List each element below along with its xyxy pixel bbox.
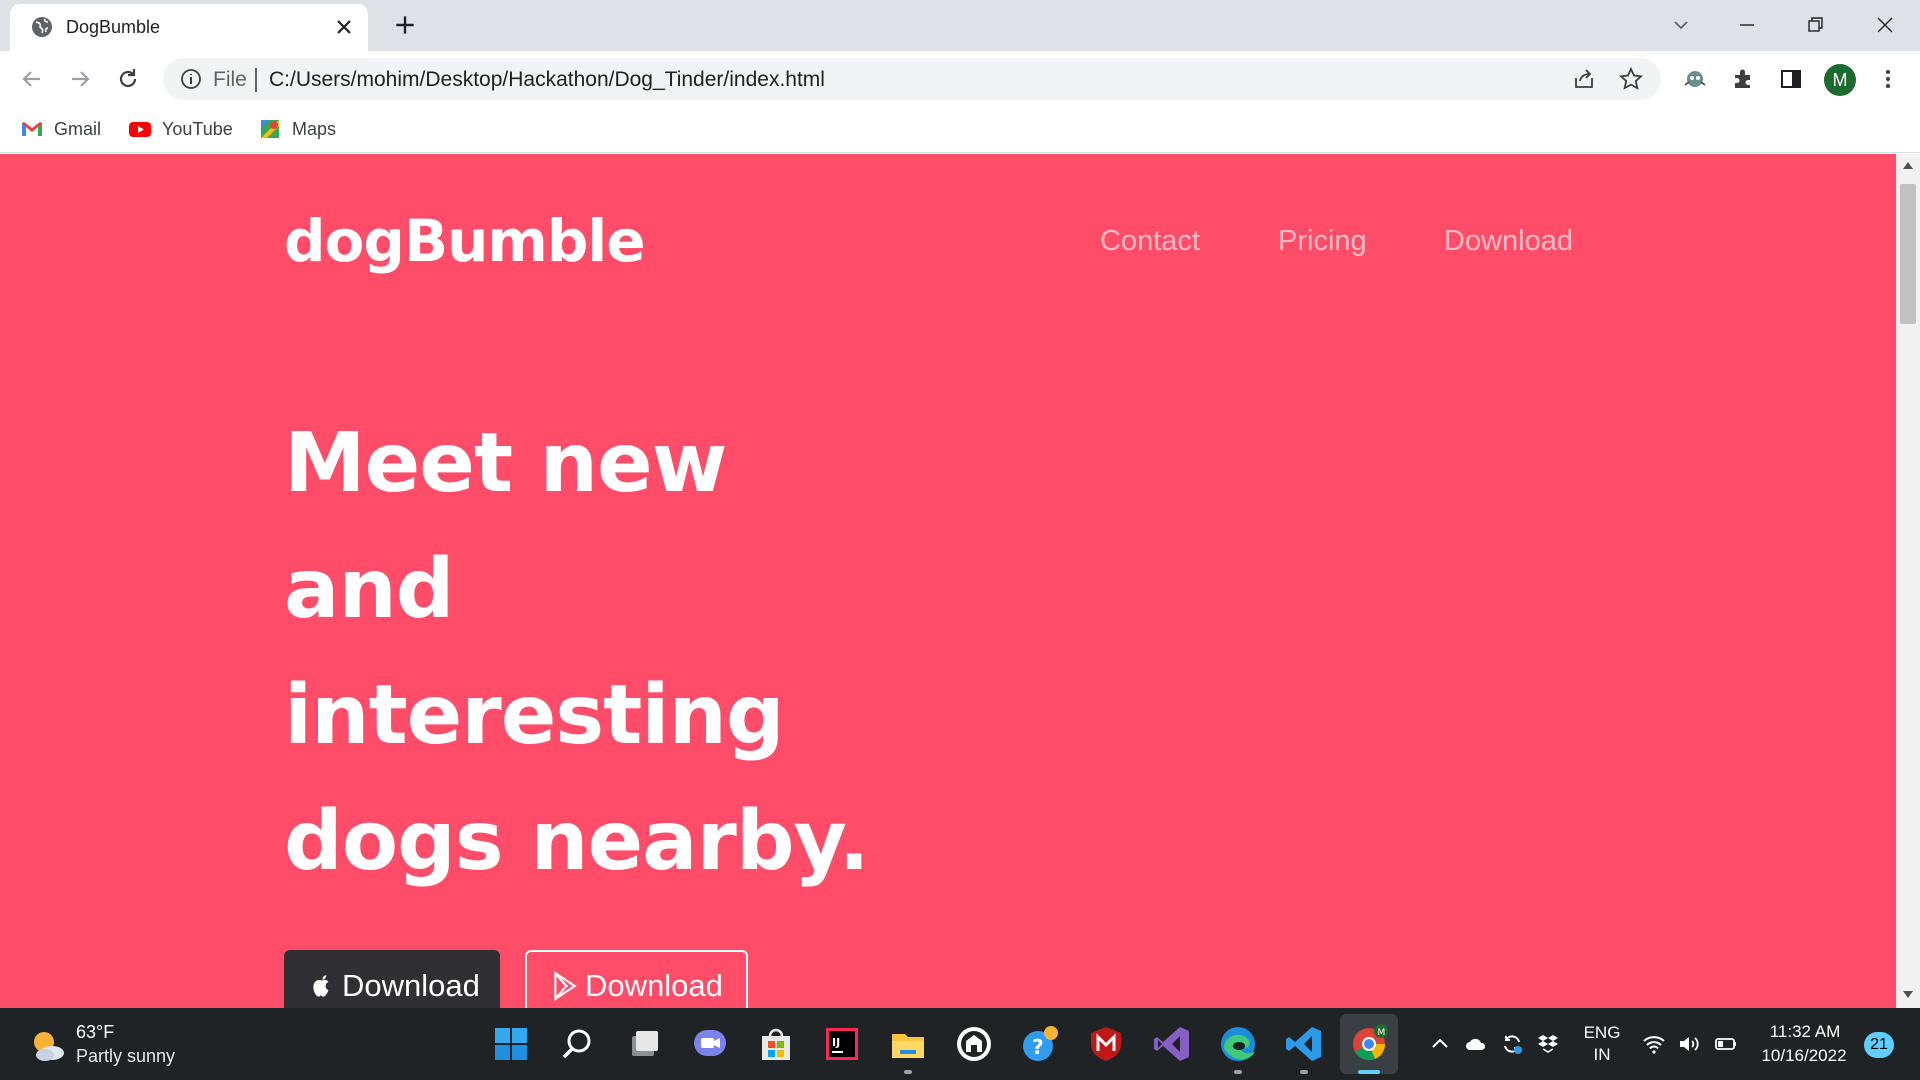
running-indicator <box>904 1070 912 1074</box>
running-indicator <box>1300 1070 1308 1074</box>
mcafee-icon[interactable] <box>1086 1024 1126 1064</box>
hero-line: dogs nearby. <box>284 794 870 889</box>
bookmark-youtube[interactable]: YouTube <box>128 114 233 144</box>
visual-studio-icon[interactable] <box>1152 1024 1192 1064</box>
tab-title: DogBumble <box>66 17 161 37</box>
browser-tab[interactable]: DogBumble <box>10 4 368 51</box>
page-viewport: dogBumble Contact Pricing Download Meet … <box>0 154 1896 1008</box>
nav-download[interactable]: Download <box>1444 225 1573 258</box>
url-text[interactable]: C:/Users/mohim/Desktop/Hackathon/Dog_Tin… <box>269 68 825 92</box>
bookmark-label: Gmail <box>54 118 102 139</box>
brand-logo[interactable]: dogBumble <box>284 207 646 275</box>
info-icon[interactable] <box>179 67 203 91</box>
bookmark-gmail[interactable]: Gmail <box>20 114 101 144</box>
clock-time[interactable]: 11:32 AM <box>1760 1022 1850 1042</box>
chevron-up-icon[interactable] <box>1428 1032 1452 1056</box>
hero-line: interesting <box>284 668 785 763</box>
new-tab-icon[interactable] <box>392 12 418 38</box>
google-play-icon <box>554 971 577 1001</box>
weather-description[interactable]: Partly sunny <box>76 1046 175 1067</box>
close-window-icon[interactable] <box>1870 10 1900 40</box>
restore-icon[interactable] <box>1800 10 1830 40</box>
scroll-down-arrow-icon[interactable] <box>1902 990 1914 1000</box>
scroll-up-arrow-icon[interactable] <box>1902 160 1914 170</box>
google-play-download-button[interactable]: Download <box>525 950 748 1008</box>
apple-download-label: Download <box>342 968 480 1003</box>
weather-temperature[interactable]: 63°F <box>76 1022 114 1043</box>
browser-toolbar: File C:/Users/mohim/Desktop/Hackathon/Do… <box>0 51 1920 106</box>
teams-chat-icon[interactable] <box>690 1024 730 1064</box>
edge-icon[interactable] <box>1218 1024 1258 1064</box>
tab-bar: DogBumble <box>0 0 1920 51</box>
bookmarks-bar: Gmail YouTube Maps <box>0 106 1920 153</box>
wifi-icon[interactable] <box>1642 1032 1666 1056</box>
side-panel-icon[interactable] <box>1777 65 1805 93</box>
forward-arrow-icon[interactable] <box>66 65 94 93</box>
dropbox-icon[interactable] <box>1536 1032 1560 1056</box>
running-indicator <box>1234 1070 1242 1074</box>
close-tab-icon[interactable] <box>332 15 356 39</box>
hero-line: Meet new <box>284 416 727 511</box>
nav-pricing[interactable]: Pricing <box>1278 225 1367 258</box>
back-arrow-icon[interactable] <box>18 65 46 93</box>
kebab-menu-icon[interactable] <box>1874 65 1902 93</box>
task-view-icon[interactable] <box>624 1024 664 1064</box>
bookmark-label: YouTube <box>162 118 233 139</box>
url-separator <box>255 68 257 92</box>
tips-help-icon[interactable]: ? <box>1020 1024 1060 1064</box>
svg-text:?: ? <box>1032 1035 1044 1059</box>
bookmark-maps[interactable]: Maps <box>258 114 336 144</box>
partly-sunny-icon[interactable] <box>28 1026 68 1066</box>
clock-date[interactable]: 10/16/2022 <box>1752 1046 1856 1066</box>
apple-icon <box>313 975 329 997</box>
language-code: ENG <box>1583 1023 1621 1042</box>
svg-text:M: M <box>1378 1028 1386 1038</box>
sync-icon[interactable] <box>1500 1032 1524 1056</box>
page-scrollbar[interactable] <box>1896 154 1920 1008</box>
search-icon[interactable] <box>557 1024 597 1064</box>
volume-icon[interactable] <box>1677 1032 1701 1056</box>
notification-badge[interactable]: 21 <box>1864 1032 1894 1058</box>
hero-heading: Meet new and interesting dogs nearby. <box>284 401 1184 905</box>
tab-search-icon[interactable] <box>1666 10 1696 40</box>
nav-contact[interactable]: Contact <box>1100 225 1200 258</box>
reload-icon[interactable] <box>114 65 142 93</box>
chrome-icon[interactable]: M <box>1349 1024 1389 1064</box>
url-scheme-label: File <box>213 68 247 91</box>
maps-icon <box>261 120 279 138</box>
intellij-icon[interactable]: IJ <box>822 1024 862 1064</box>
onedrive-cloud-icon[interactable] <box>1464 1032 1488 1056</box>
bookmark-label: Maps <box>292 118 337 139</box>
region-code: IN <box>1593 1045 1611 1064</box>
share-icon[interactable] <box>1571 66 1597 92</box>
address-bar[interactable]: File C:/Users/mohim/Desktop/Hackathon/Do… <box>163 58 1661 100</box>
extensions-puzzle-icon[interactable] <box>1729 65 1757 93</box>
hero-line: and <box>284 542 454 637</box>
minimize-icon[interactable] <box>1732 10 1762 40</box>
github-desktop-icon[interactable] <box>954 1024 994 1064</box>
apple-download-button[interactable]: Download <box>284 950 500 1008</box>
gmail-icon <box>22 122 42 136</box>
bookmark-star-icon[interactable] <box>1618 66 1644 92</box>
file-explorer-icon[interactable] <box>888 1024 928 1064</box>
windows-taskbar: 63°F Partly sunny IJ ? M ENG IN 11:32 AM… <box>0 1008 1920 1080</box>
microsoft-store-icon[interactable] <box>756 1024 796 1064</box>
youtube-icon <box>129 122 151 137</box>
svg-text:IJ: IJ <box>832 1036 840 1049</box>
vscode-icon[interactable] <box>1284 1024 1324 1064</box>
scroll-thumb[interactable] <box>1900 184 1916 324</box>
profile-avatar[interactable]: M <box>1824 64 1856 96</box>
google-play-download-label: Download <box>585 968 723 1003</box>
input-language[interactable]: ENG IN <box>1582 1022 1622 1066</box>
battery-icon[interactable] <box>1714 1032 1738 1056</box>
extension-robot-icon[interactable] <box>1681 65 1709 93</box>
windows-start-icon[interactable] <box>491 1024 531 1064</box>
active-indicator <box>1358 1070 1380 1074</box>
globe-icon <box>32 17 52 37</box>
